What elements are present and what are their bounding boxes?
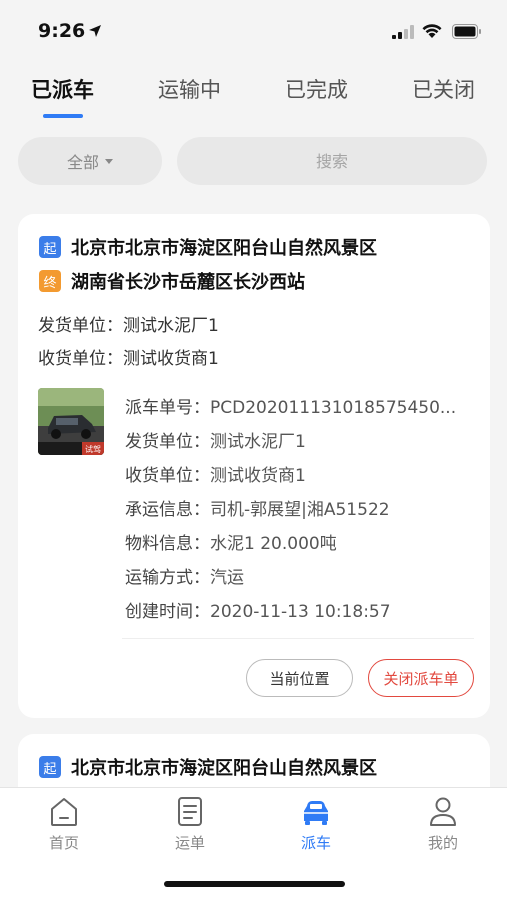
dispatch-card[interactable]: 起 北京市北京市海淀区阳台山自然风景区 终 湖南省长沙市岳麓区长沙西站 发货单位… xyxy=(18,214,490,718)
detail-value: 汽运 xyxy=(210,568,244,588)
location-arrow-icon xyxy=(89,25,101,37)
active-tab-indicator xyxy=(43,114,83,118)
person-icon xyxy=(430,797,456,826)
status-time: 9:26 xyxy=(38,20,86,42)
detail-key: 运输方式： xyxy=(125,568,210,588)
start-badge: 起 xyxy=(39,236,61,258)
end-badge: 终 xyxy=(39,270,61,292)
receiver-line: 收货单位：测试收货商1 xyxy=(38,349,219,369)
nav-label: 运单 xyxy=(174,834,205,852)
detail-shipper: 发货单位：测试水泥厂1 xyxy=(125,427,306,452)
tab-closed[interactable]: 已关闭 xyxy=(412,74,475,104)
cellular-signal-icon xyxy=(392,25,414,39)
home-indicator xyxy=(164,881,345,887)
caret-down-icon xyxy=(105,158,113,164)
detail-key: 发货单位： xyxy=(125,432,210,452)
wifi-icon xyxy=(422,24,442,38)
detail-value: 测试水泥厂1 xyxy=(210,432,306,452)
close-dispatch-button[interactable]: 关闭派车单 xyxy=(368,659,474,697)
route-end-address: 湖南省长沙市岳麓区长沙西站 xyxy=(71,272,305,293)
detail-value: PCD202011131018575450... xyxy=(210,398,457,418)
battery-icon xyxy=(452,24,481,39)
detail-material: 物料信息：水泥1 20.000吨 xyxy=(125,529,337,554)
detail-value: 2020-11-13 10:18:57 xyxy=(210,602,391,622)
card-divider xyxy=(122,638,474,639)
current-location-button[interactable]: 当前位置 xyxy=(246,659,353,697)
nav-label: 首页 xyxy=(48,834,79,852)
tab-completed[interactable]: 已完成 xyxy=(285,74,348,104)
car-icon xyxy=(304,801,328,825)
status-tabs: 已派车 运输中 已完成 已关闭 xyxy=(0,62,507,122)
detail-value: 水泥1 20.000吨 xyxy=(210,534,337,554)
route-start-address: 北京市北京市海淀区阳台山自然风景区 xyxy=(71,238,377,259)
thumbnail-caption: 试驾 xyxy=(85,444,101,454)
nav-home[interactable]: 首页 xyxy=(24,796,104,853)
nav-label: 我的 xyxy=(427,834,458,852)
route-start-row: 起 北京市北京市海淀区阳台山自然风景区 xyxy=(39,754,377,780)
detail-created-time: 创建时间：2020-11-13 10:18:57 xyxy=(125,597,391,622)
document-list-icon xyxy=(178,797,202,826)
filter-dropdown[interactable]: 全部 xyxy=(18,137,162,185)
route-start-address: 北京市北京市海淀区阳台山自然风景区 xyxy=(71,758,377,779)
detail-receiver: 收货单位：测试收货商1 xyxy=(125,461,306,486)
search-input[interactable] xyxy=(177,137,487,185)
detail-transport-mode: 运输方式：汽运 xyxy=(125,563,244,588)
detail-order-no: 派车单号：PCD202011131018575450... xyxy=(125,393,456,418)
detail-value: 测试收货商1 xyxy=(210,466,306,486)
filter-label: 全部 xyxy=(66,153,99,172)
nav-label: 派车 xyxy=(300,834,331,852)
detail-carrier: 承运信息：司机-郭展望|湘A51522 xyxy=(125,495,390,520)
nav-profile[interactable]: 我的 xyxy=(403,796,483,853)
detail-value: 司机-郭展望|湘A51522 xyxy=(210,500,390,520)
vehicle-thumbnail: 试驾 xyxy=(38,388,104,455)
nav-dispatch[interactable]: 派车 xyxy=(276,796,356,853)
detail-key: 物料信息： xyxy=(125,534,210,554)
status-bar: 9:26 xyxy=(0,0,507,62)
route-end-row: 终 湖南省长沙市岳麓区长沙西站 xyxy=(39,268,305,294)
home-icon xyxy=(51,798,77,826)
detail-key: 派车单号： xyxy=(125,398,210,418)
nav-waybill[interactable]: 运单 xyxy=(150,796,230,853)
detail-key: 承运信息： xyxy=(125,500,210,520)
shipper-line: 发货单位：测试水泥厂1 xyxy=(38,316,219,336)
route-start-row: 起 北京市北京市海淀区阳台山自然风景区 xyxy=(39,234,377,260)
detail-key: 创建时间： xyxy=(125,602,210,622)
tab-dispatched[interactable]: 已派车 xyxy=(31,74,94,104)
tab-in-transit[interactable]: 运输中 xyxy=(158,74,221,104)
start-badge: 起 xyxy=(39,756,61,778)
detail-key: 收货单位： xyxy=(125,466,210,486)
